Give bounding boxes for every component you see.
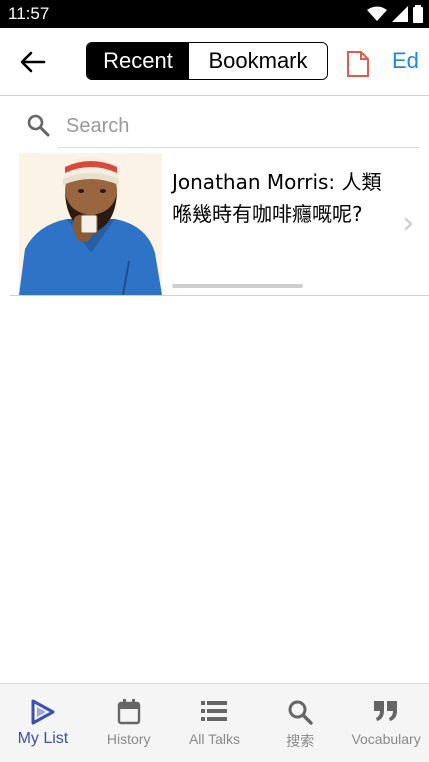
talk-title: Jonathan Morris: 人類喺幾時有咖啡癮嘅呢? — [172, 170, 382, 226]
app-bar: Recent Bookmark Ed — [0, 28, 429, 96]
list-icon — [201, 701, 228, 721]
tab-my-list[interactable]: My List — [0, 684, 86, 762]
tab-vocabulary[interactable]: Vocabulary — [343, 684, 429, 762]
segment-recent[interactable]: Recent — [87, 43, 189, 79]
tab-label: Vocabulary — [351, 731, 421, 747]
back-arrow-icon[interactable] — [18, 48, 46, 76]
tab-history[interactable]: History — [86, 684, 172, 762]
edit-button[interactable]: Ed — [392, 48, 419, 74]
pdf-document-icon[interactable] — [345, 50, 371, 78]
tab-all-talks[interactable]: All Talks — [172, 684, 258, 762]
tab-search[interactable]: 搜索 — [257, 684, 343, 762]
recent-bookmark-toggle: Recent Bookmark — [86, 42, 328, 80]
tab-label: My List — [17, 730, 69, 747]
segment-bookmark[interactable]: Bookmark — [189, 43, 327, 79]
watch-progress-bar — [172, 284, 303, 288]
signal-icon — [392, 6, 408, 22]
wifi-icon — [367, 6, 387, 21]
chevron-right-icon — [404, 217, 413, 231]
status-bar: 11:57 — [0, 0, 429, 28]
coffee-drinker-illustration — [19, 153, 162, 295]
quote-icon — [374, 701, 398, 721]
search-input[interactable] — [58, 106, 419, 148]
tab-label: All Talks — [188, 731, 241, 747]
battery-icon — [413, 5, 423, 23]
list-item[interactable]: Jonathan Morris: 人類喺幾時有咖啡癮嘅呢? — [10, 152, 429, 296]
status-icons — [367, 5, 423, 23]
talk-thumbnail — [19, 153, 162, 295]
tab-label: 搜索 — [286, 733, 315, 749]
search-bar — [20, 104, 419, 152]
bottom-tab-bar: My List History All Talks 搜索 Vocabulary — [0, 683, 429, 762]
search-icon — [288, 700, 313, 725]
tab-label: History — [106, 731, 151, 747]
play-triangle-icon — [31, 699, 55, 725]
calendar-icon — [117, 699, 140, 725]
status-time: 11:57 — [8, 4, 50, 23]
search-icon — [27, 114, 50, 137]
